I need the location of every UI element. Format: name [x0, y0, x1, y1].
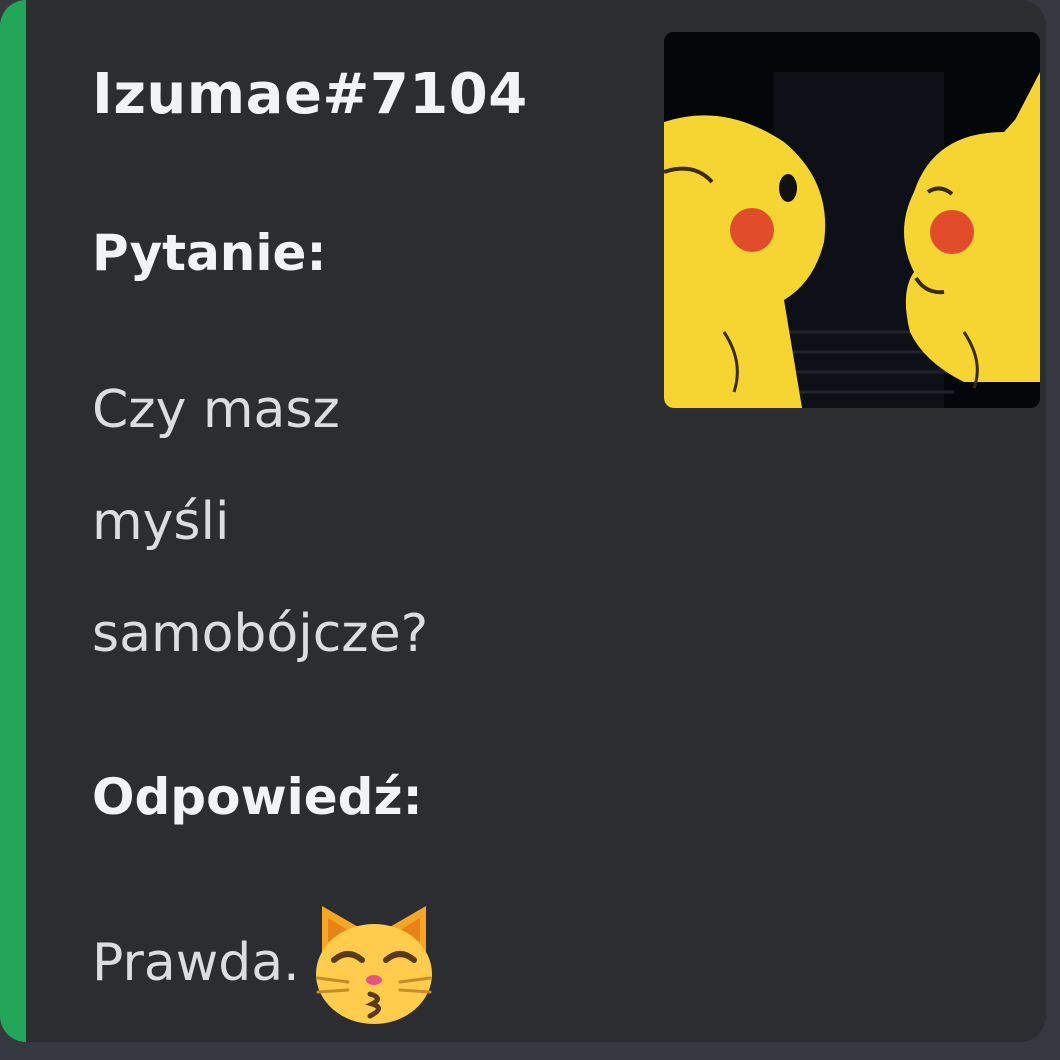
answer-text: Prawda.: [92, 933, 300, 993]
pikachu-image-icon: [664, 32, 1040, 408]
embed-author[interactable]: Izumae#7104: [92, 62, 528, 127]
field-value-question: Czy masz myśli samobójcze?: [92, 380, 429, 664]
embed-body: Izumae#7104 Pytanie: Czy masz myśli samo…: [92, 0, 652, 1042]
message-embed: Izumae#7104 Pytanie: Czy masz myśli samo…: [0, 0, 1046, 1042]
embed-thumbnail[interactable]: [664, 32, 1040, 408]
field-name-question: Pytanie:: [92, 224, 327, 282]
field-value-answer: Prawda.: [92, 896, 440, 1030]
field-name-answer: Odpowiedź:: [92, 768, 423, 826]
embed-accent-bar: [0, 0, 26, 1042]
kissing-cat-icon: [315, 906, 432, 1024]
